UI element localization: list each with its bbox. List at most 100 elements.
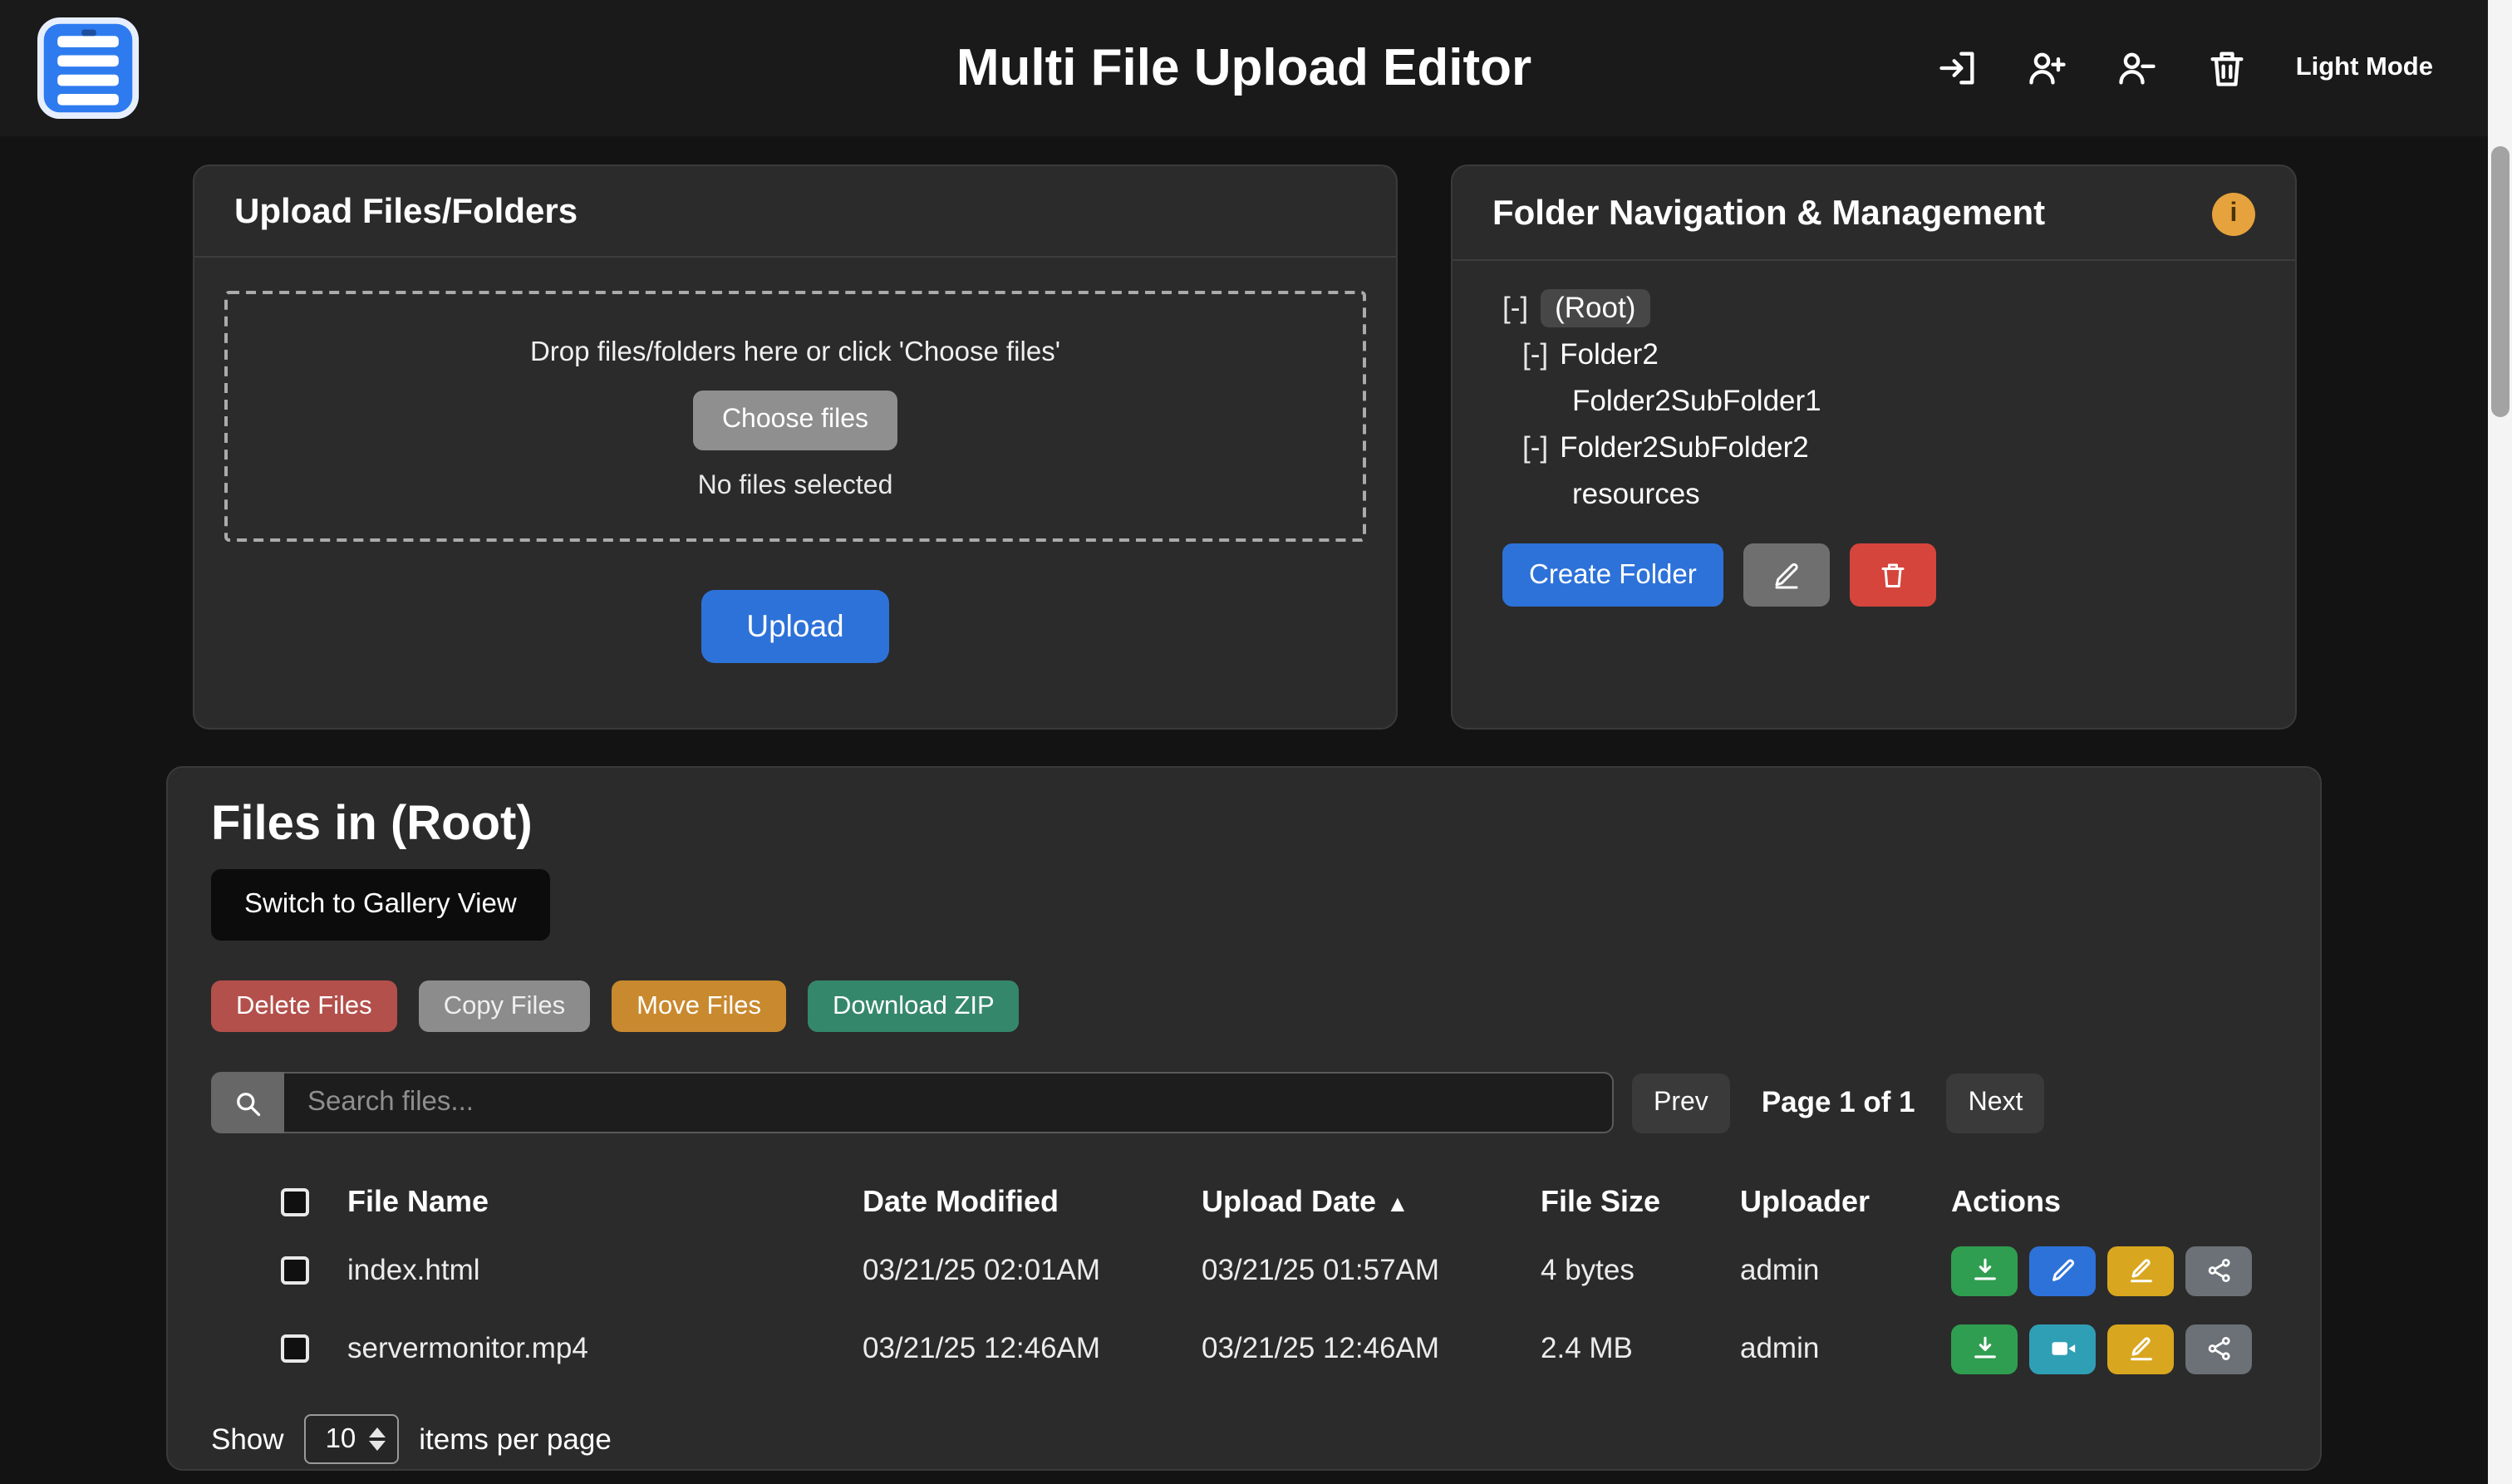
tree-collapse-marker[interactable]: [-]: [1502, 290, 1528, 325]
upload-date-cell: 03/21/25 01:57AM: [1202, 1253, 1541, 1288]
rename-file-button[interactable]: [2107, 1324, 2174, 1373]
items-per-page-select[interactable]: 10: [304, 1414, 400, 1464]
pagination: Prev Page 1 of 1 Next: [1632, 1073, 2044, 1133]
page-title: Multi File Upload Editor: [956, 38, 1531, 98]
share-file-button[interactable]: [2185, 1246, 2252, 1295]
video-camera-icon: [2048, 1334, 2077, 1363]
file-name-cell: index.html: [347, 1253, 863, 1288]
bulk-actions-row: Delete Files Copy Files Move Files Downl…: [211, 980, 2277, 1032]
info-icon[interactable]: i: [2212, 193, 2255, 236]
column-header-file-name: File Name: [347, 1185, 863, 1220]
logout-icon[interactable]: [1937, 47, 1980, 90]
row-actions: [1951, 1246, 2277, 1295]
select-all-checkbox[interactable]: [281, 1188, 309, 1216]
delete-account-trash-icon[interactable]: [2206, 47, 2249, 90]
rename-file-button[interactable]: [2107, 1246, 2174, 1295]
pencil-icon: [2048, 1256, 2077, 1285]
row-checkbox[interactable]: [281, 1334, 309, 1363]
column-header-upload-date[interactable]: Upload Date▲: [1202, 1185, 1541, 1220]
search-files-input[interactable]: [284, 1072, 1614, 1133]
column-header-uploader: Uploader: [1740, 1185, 1951, 1220]
pencil-line-icon: [2126, 1256, 2155, 1285]
create-folder-button[interactable]: Create Folder: [1502, 543, 1723, 607]
file-name-cell: servermonitor.mp4: [347, 1331, 863, 1366]
items-per-page-label: items per page: [419, 1422, 612, 1457]
edit-file-button[interactable]: [2029, 1246, 2096, 1295]
download-icon: [1970, 1256, 1998, 1285]
upload-panel-title: Upload Files/Folders: [234, 193, 578, 233]
add-user-icon[interactable]: [2027, 47, 2070, 90]
table-row: index.html 03/21/25 02:01AM 03/21/25 01:…: [211, 1231, 2277, 1310]
share-file-button[interactable]: [2185, 1324, 2252, 1373]
move-files-button[interactable]: Move Files: [612, 980, 786, 1032]
rename-folder-button[interactable]: [1743, 543, 1830, 607]
row-actions: [1951, 1324, 2277, 1373]
show-label: Show: [211, 1422, 284, 1457]
app-logo-server-icon: [37, 17, 140, 120]
trash-icon: [1878, 560, 1908, 590]
upload-button-row: Upload: [194, 590, 1396, 663]
search-icon: [233, 1088, 263, 1118]
tree-item-resources[interactable]: resources: [1502, 470, 2255, 517]
download-zip-button[interactable]: Download ZIP: [808, 980, 1020, 1032]
spinner-down-icon[interactable]: [369, 1441, 386, 1451]
spinner-up-icon[interactable]: [369, 1427, 386, 1437]
files-panel: Files in (Root) Switch to Gallery View D…: [166, 766, 2322, 1471]
share-icon: [2205, 1334, 2233, 1363]
remove-user-icon[interactable]: [2116, 47, 2160, 90]
scrollbar-thumb[interactable]: [2491, 146, 2510, 417]
folder-actions: Create Folder: [1453, 517, 2295, 607]
upload-button[interactable]: Upload: [701, 590, 888, 663]
upload-panel-header: Upload Files/Folders: [194, 166, 1396, 258]
column-header-file-size: File Size: [1541, 1185, 1740, 1220]
tree-collapse-marker[interactable]: [-]: [1522, 337, 1548, 371]
folder-panel-header: Folder Navigation & Management i: [1453, 166, 2295, 261]
items-per-page-value: 10: [326, 1423, 356, 1455]
tree-item-folder2subfolder1[interactable]: Folder2SubFolder1: [1502, 377, 2255, 424]
upload-date-cell: 03/21/25 12:46AM: [1202, 1331, 1541, 1366]
tree-item-label: Folder2: [1560, 337, 1659, 371]
file-table-header-row: File Name Date Modified Upload Date▲ Fil…: [211, 1173, 2277, 1231]
row-checkbox[interactable]: [281, 1256, 309, 1285]
app-header: Multi File Upload Editor Light Mode: [0, 0, 2488, 136]
tree-item-folder2[interactable]: [-] Folder2: [1502, 331, 2255, 377]
search-button[interactable]: [211, 1072, 284, 1133]
light-mode-toggle[interactable]: Light Mode: [2296, 53, 2433, 83]
tree-item-label: resources: [1572, 476, 1700, 511]
tree-item-label: Folder2SubFolder1: [1572, 383, 1821, 418]
table-row: servermonitor.mp4 03/21/25 12:46AM 03/21…: [211, 1310, 2277, 1388]
page-status-text: Page 1 of 1: [1762, 1085, 1915, 1120]
delete-folder-button[interactable]: [1850, 543, 1936, 607]
uploader-cell: admin: [1740, 1331, 1951, 1366]
tree-item-folder2subfolder2[interactable]: [-] Folder2SubFolder2: [1502, 424, 2255, 470]
app-window: Multi File Upload Editor Light Mode Uplo…: [0, 0, 2512, 1484]
download-icon: [1970, 1334, 1998, 1363]
delete-files-button[interactable]: Delete Files: [211, 980, 397, 1032]
dropzone-instructions: Drop files/folders here or click 'Choose…: [228, 337, 1363, 369]
per-page-row: Show 10 items per page: [211, 1414, 2277, 1464]
file-table: File Name Date Modified Upload Date▲ Fil…: [211, 1173, 2277, 1388]
uploader-cell: admin: [1740, 1253, 1951, 1288]
download-file-button[interactable]: [1951, 1246, 2018, 1295]
file-dropzone[interactable]: Drop files/folders here or click 'Choose…: [224, 291, 1366, 542]
folder-panel-title: Folder Navigation & Management: [1492, 194, 2045, 234]
upload-panel: Upload Files/Folders Drop files/folders …: [193, 165, 1398, 730]
video-preview-button[interactable]: [2029, 1324, 2096, 1373]
tree-item-label: Folder2SubFolder2: [1560, 430, 1809, 464]
scrollbar[interactable]: [2488, 0, 2512, 1484]
tree-item-root[interactable]: [-] (Root): [1502, 284, 2255, 331]
header-actions: Light Mode: [1937, 47, 2433, 90]
search-row: Prev Page 1 of 1 Next: [211, 1072, 2277, 1133]
date-modified-cell: 03/21/25 12:46AM: [863, 1331, 1202, 1366]
prev-page-button[interactable]: Prev: [1632, 1073, 1730, 1133]
date-modified-cell: 03/21/25 02:01AM: [863, 1253, 1202, 1288]
share-icon: [2205, 1256, 2233, 1285]
switch-to-gallery-view-button[interactable]: Switch to Gallery View: [211, 869, 550, 941]
file-size-cell: 2.4 MB: [1541, 1331, 1740, 1366]
choose-files-button[interactable]: Choose files: [694, 391, 897, 450]
next-page-button[interactable]: Next: [1947, 1073, 2045, 1133]
files-panel-title: Files in (Root): [211, 798, 2277, 853]
copy-files-button[interactable]: Copy Files: [419, 980, 590, 1032]
tree-collapse-marker[interactable]: [-]: [1522, 430, 1548, 464]
download-file-button[interactable]: [1951, 1324, 2018, 1373]
